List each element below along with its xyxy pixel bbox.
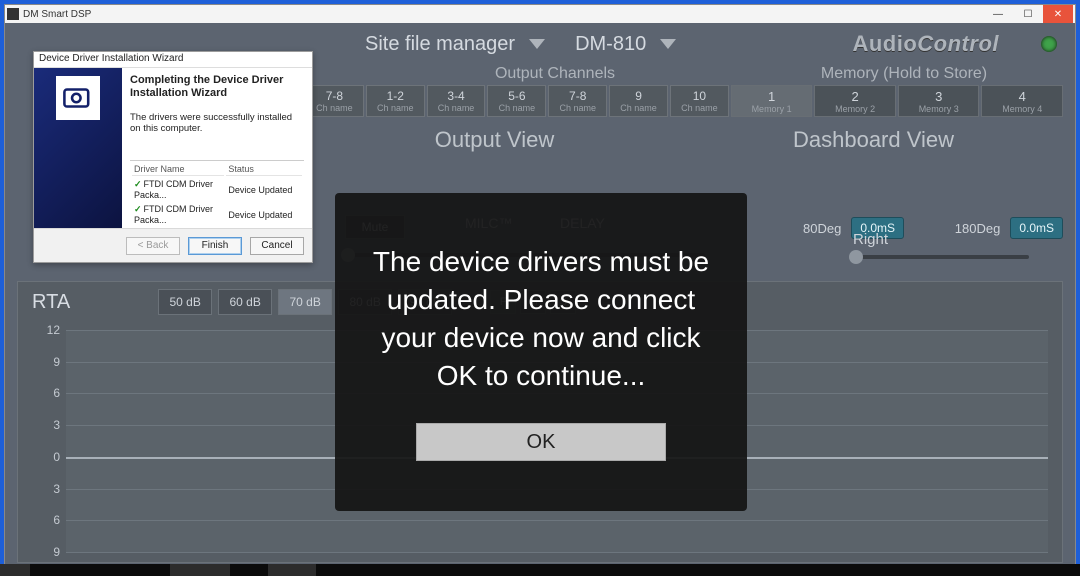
col-driver-name: Driver Name	[132, 163, 224, 176]
modal-text: The device drivers must be updated. Plea…	[363, 243, 719, 395]
wizard-finish-button[interactable]: Finish	[188, 237, 242, 255]
memory-button[interactable]: 3Memory 3	[898, 85, 980, 117]
rta-ytick: 6	[30, 513, 60, 527]
titlebar: DM Smart DSP — ☐ ✕	[5, 5, 1075, 23]
taskbar[interactable]	[0, 564, 1080, 576]
device-dropdown[interactable]: DM-810	[575, 33, 676, 56]
channel-button[interactable]: 9Ch name	[609, 85, 668, 117]
memory-button[interactable]: 1Memory 1	[731, 85, 813, 117]
rta-ytick: 3	[30, 418, 60, 432]
output-channels-label: Output Channels	[365, 65, 745, 83]
chevron-down-icon	[529, 39, 545, 49]
wizard-button-row: < Back Finish Cancel	[34, 228, 312, 262]
app-body: Site file manager DM-810 AudioControl Ou…	[5, 23, 1075, 571]
channel-button[interactable]: 3-4Ch name	[427, 85, 486, 117]
rta-title: RTA	[32, 291, 70, 314]
driver-wizard-dialog: Device Driver Installation Wizard Comple…	[33, 51, 313, 263]
app-window: DM Smart DSP — ☐ ✕ Site file manager DM-…	[4, 4, 1076, 572]
dashboard-view-title: Dashboard View	[684, 127, 1063, 153]
memory-button[interactable]: 2Memory 2	[814, 85, 896, 117]
brand-logo: AudioControl	[852, 31, 999, 57]
dash-deg-label: 80Deg	[803, 221, 841, 236]
chevron-down-icon	[660, 39, 676, 49]
rta-db-button[interactable]: 60 dB	[218, 289, 272, 315]
memory-button[interactable]: 4Memory 4	[981, 85, 1063, 117]
memory-label: Memory (Hold to Store)	[745, 65, 1063, 83]
site-file-label: Site file manager	[365, 33, 515, 56]
status-led-icon	[1041, 36, 1057, 52]
update-drivers-modal: The device drivers must be updated. Plea…	[335, 193, 747, 511]
app-icon	[7, 8, 19, 20]
wizard-message: The drivers were successfully installed …	[130, 112, 304, 134]
rta-ytick: 9	[30, 355, 60, 369]
slider-knob-icon[interactable]	[849, 250, 863, 264]
channel-button[interactable]: 7-8Ch name	[305, 85, 364, 117]
modal-ok-button[interactable]: OK	[416, 423, 666, 461]
window-title: DM Smart DSP	[23, 9, 91, 20]
channel-button[interactable]: 1-2Ch name	[366, 85, 425, 117]
wizard-sidebar	[34, 68, 122, 228]
dash-ms-right-pill[interactable]: 0.0mS	[1010, 217, 1063, 239]
wizard-cancel-button[interactable]: Cancel	[250, 237, 304, 255]
rta-db-button[interactable]: 70 dB	[278, 289, 332, 315]
rta-db-button[interactable]: 50 dB	[158, 289, 212, 315]
channel-button[interactable]: 5-6Ch name	[487, 85, 546, 117]
close-button[interactable]: ✕	[1043, 5, 1073, 23]
wizard-heading: Completing the Device Driver Installatio…	[130, 74, 304, 100]
device-label: DM-810	[575, 33, 646, 56]
rta-ytick: 3	[30, 482, 60, 496]
cd-icon	[56, 76, 100, 120]
site-file-dropdown[interactable]: Site file manager	[365, 33, 545, 56]
rta-ytick: 12	[30, 323, 60, 337]
minimize-button[interactable]: —	[983, 5, 1013, 23]
channel-button[interactable]: 7-8Ch name	[548, 85, 607, 117]
rta-ytick: 0	[30, 450, 60, 464]
dashboard-slider[interactable]	[849, 255, 1029, 259]
right-channel-label: Right	[853, 231, 888, 248]
wizard-driver-table: Driver Name Status FTDI CDM Driver Packa…	[130, 160, 304, 228]
wizard-caption: Device Driver Installation Wizard	[34, 52, 312, 68]
wizard-back-button: < Back	[126, 237, 180, 255]
col-status: Status	[226, 163, 302, 176]
rta-ytick: 6	[30, 386, 60, 400]
maximize-button[interactable]: ☐	[1013, 5, 1043, 23]
rta-ytick: 9	[30, 545, 60, 559]
table-row: FTDI CDM Driver Packa...Device Updated	[132, 178, 302, 201]
table-row: FTDI CDM Driver Packa...Device Updated	[132, 203, 302, 226]
channel-button[interactable]: 10Ch name	[670, 85, 729, 117]
dashboard-panel: 80Deg 0.0mS 180Deg 0.0mS Right	[743, 183, 1063, 283]
dash-deg-right: 180Deg	[955, 221, 1001, 236]
output-view-title: Output View	[305, 127, 684, 153]
